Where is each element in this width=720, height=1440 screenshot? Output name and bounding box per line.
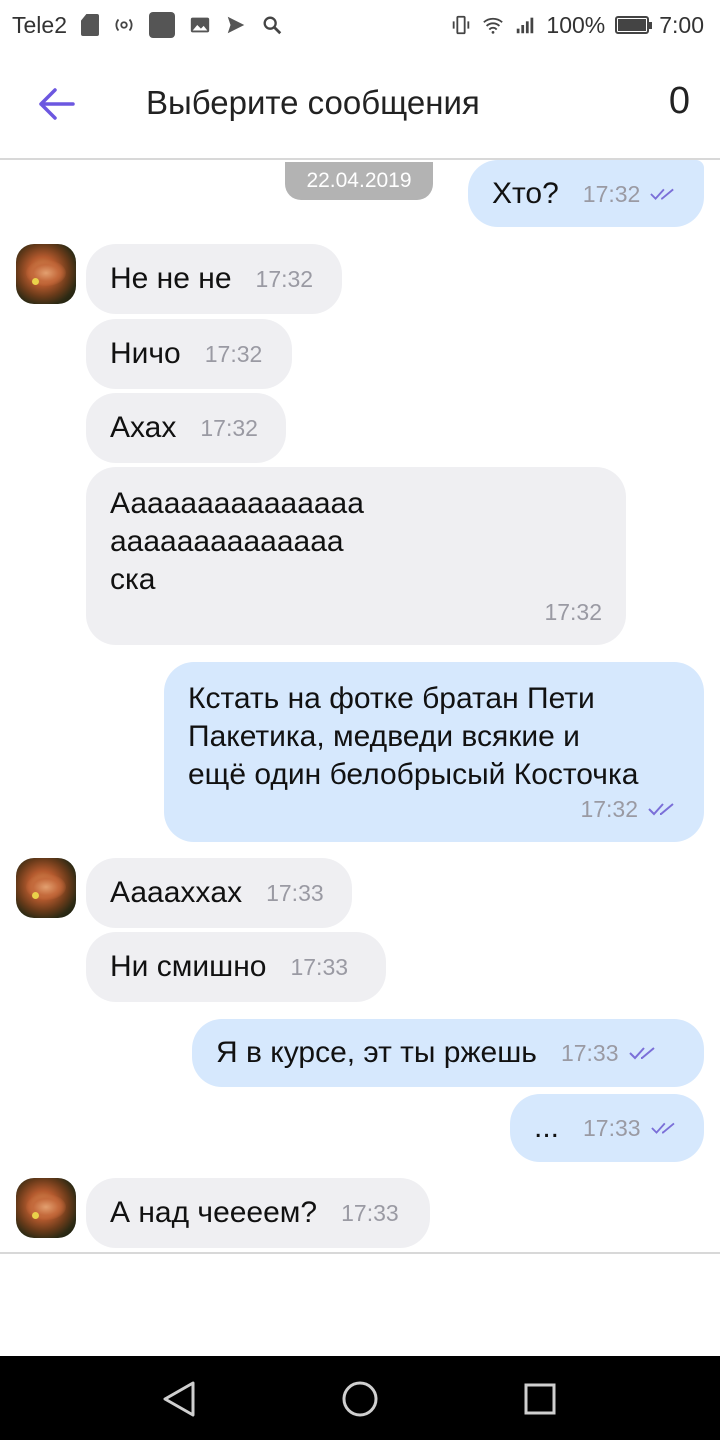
outgoing-message[interactable]: ... 17:33	[510, 1094, 704, 1162]
message-text: Я в курсе, эт ты ржешь	[216, 1036, 537, 1069]
outgoing-message[interactable]: Кстать на фотке братан Пети Пакетика, ме…	[164, 662, 704, 842]
signal-icon	[517, 17, 534, 34]
arrow-left-icon	[39, 88, 75, 120]
outgoing-message[interactable]: Я в курсе, эт ты ржешь 17:33	[192, 1019, 704, 1087]
gallery-icon	[190, 17, 210, 33]
message-time: 17:32	[582, 180, 641, 207]
status-bar-left: Tele2	[12, 0, 283, 50]
selected-count: 0	[668, 80, 690, 122]
avatar[interactable]	[16, 244, 76, 304]
message-time: 17:33	[583, 1115, 641, 1141]
circle-home-icon	[342, 1381, 378, 1417]
square-recents-icon	[524, 1383, 556, 1415]
search-icon	[263, 16, 282, 35]
nav-back-button[interactable]	[156, 1376, 202, 1422]
message-time: 17:33	[341, 1200, 399, 1226]
carrier-label: Tele2	[12, 11, 67, 38]
message-list[interactable]: Хто? 17:32 22.04.2019 Не не не 17:32 Нич…	[0, 160, 720, 1252]
message-meta: 17:32	[580, 790, 680, 828]
message-time: 17:33	[290, 954, 349, 980]
message-text: Не не не	[110, 262, 232, 295]
double-check-icon	[628, 1047, 655, 1060]
message-text: Кстать на фотке братан Пети Пакетика, ме…	[188, 682, 639, 791]
message-text: ...	[534, 1111, 560, 1144]
incoming-message[interactable]: Ахах 17:32	[86, 393, 286, 463]
page-title: Выберите сообщения	[146, 84, 480, 121]
message-text: Хто?	[492, 176, 559, 210]
incoming-message[interactable]: Ничо 17:32	[86, 319, 292, 389]
message-time: 17:32	[580, 796, 638, 822]
sim-card-icon	[80, 14, 99, 36]
double-check-icon	[648, 803, 674, 816]
incoming-message[interactable]: Не не не 17:32	[86, 244, 342, 314]
nav-home-button[interactable]	[337, 1376, 383, 1422]
avatar[interactable]	[16, 1178, 76, 1238]
wifi-icon	[483, 17, 504, 34]
system-navigation-bar	[0, 1356, 720, 1440]
bottom-panel	[0, 1252, 720, 1356]
message-text: Ахах	[110, 411, 177, 444]
vibrate-icon	[453, 15, 470, 35]
incoming-message[interactable]: Ааааааааааааааа аааааааааааааа ска 17:32	[86, 467, 626, 645]
clock: 7:00	[659, 11, 704, 38]
message-text: Ни смишно	[110, 950, 267, 983]
message-meta: 17:32	[544, 593, 602, 631]
nav-recents-button[interactable]	[517, 1376, 563, 1422]
message-time: 17:32	[255, 266, 314, 292]
double-check-icon	[650, 1122, 675, 1134]
selection-header: Выберите сообщения 0	[0, 50, 720, 160]
send-notification-icon	[227, 16, 245, 34]
hotspot-icon	[115, 18, 133, 32]
battery-icon	[615, 16, 653, 34]
message-time: 17:32	[204, 341, 263, 367]
back-button[interactable]	[28, 80, 84, 128]
avatar[interactable]	[16, 858, 76, 918]
outgoing-message[interactable]: Хто? 17:32	[468, 160, 704, 227]
message-time: 17:33	[266, 880, 324, 906]
incoming-message[interactable]: А над чееeем? 17:33	[86, 1178, 430, 1248]
message-time: 17:32	[544, 599, 602, 625]
incoming-message[interactable]: Аааахxах 17:33	[86, 858, 352, 928]
app-notification-icon	[148, 12, 175, 38]
message-text: А над чееeем?	[110, 1196, 318, 1229]
double-check-icon	[650, 188, 675, 200]
date-separator: 22.04.2019	[285, 162, 433, 200]
status-bar: Tele2 100% 7:00	[0, 0, 720, 50]
message-text: Ааааааааааааааа аааааааааааааа ска	[110, 487, 364, 596]
incoming-message[interactable]: Ни смишно 17:33	[86, 932, 386, 1002]
battery-percent: 100%	[546, 11, 606, 38]
message-time: 17:33	[560, 1040, 619, 1066]
message-text: Аааахxах	[110, 876, 243, 909]
status-bar-right: 100% 7:00	[450, 0, 704, 50]
triangle-back-icon	[163, 1381, 195, 1417]
message-time: 17:32	[200, 415, 258, 441]
message-text: Ничо	[110, 337, 181, 370]
